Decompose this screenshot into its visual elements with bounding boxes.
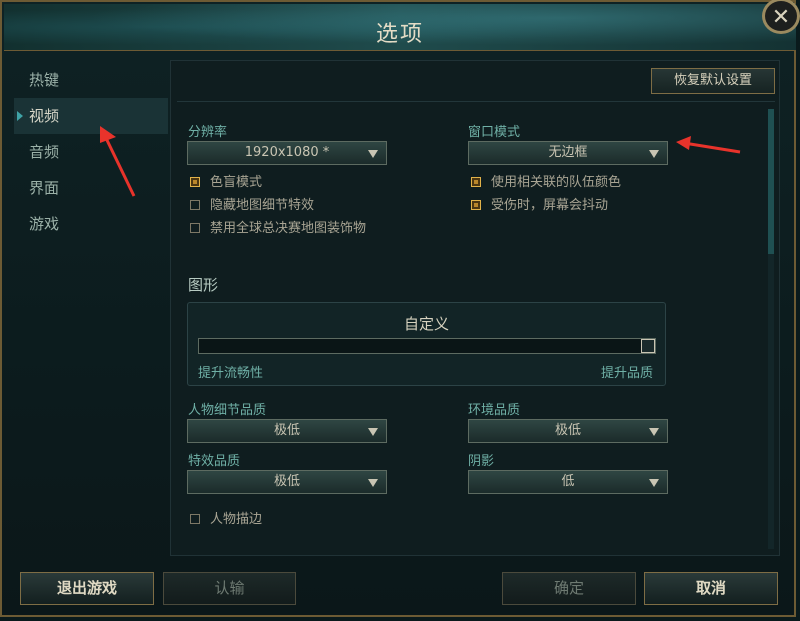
window-mode-value: 无边框 xyxy=(548,145,588,160)
hide-map-effects-checkbox[interactable]: 隐藏地图细节特效 xyxy=(190,197,314,215)
character-outline-checkbox[interactable]: 人物描边 xyxy=(190,511,262,529)
surrender-button[interactable]: 认输 xyxy=(163,572,296,605)
checkbox-unchecked-icon xyxy=(190,200,200,210)
environment-quality-value: 极低 xyxy=(554,423,581,438)
scroll-thumb[interactable] xyxy=(768,109,774,254)
confirm-button[interactable]: 确定 xyxy=(502,572,636,605)
window-mode-label: 窗口模式 xyxy=(468,125,521,140)
environment-quality-label: 环境品质 xyxy=(468,403,521,418)
reset-defaults-button[interactable]: 恢复默认设置 xyxy=(651,68,775,94)
chevron-down-icon xyxy=(649,150,659,158)
effects-quality-dropdown[interactable]: 极低 xyxy=(187,470,387,494)
graphics-quality-slider[interactable] xyxy=(198,338,656,354)
shadows-dropdown[interactable]: 低 xyxy=(468,470,668,494)
effects-quality-label: 特效品质 xyxy=(188,454,241,469)
window-mode-dropdown[interactable]: 无边框 xyxy=(468,141,668,165)
checkbox-label: 使用相关联的队伍颜色 xyxy=(491,175,622,190)
graphics-preset-box: 自定义 提升流畅性 提升品质 xyxy=(187,302,666,386)
chevron-down-icon xyxy=(368,150,378,158)
resolution-value: 1920x1080 * xyxy=(244,145,330,160)
slider-handle[interactable] xyxy=(641,339,655,353)
checkbox-checked-icon xyxy=(471,177,481,187)
character-quality-dropdown[interactable]: 极低 xyxy=(187,419,387,443)
sidebar-item-audio[interactable]: 音频 xyxy=(14,134,168,170)
chevron-down-icon xyxy=(368,479,378,487)
options-window: 选项 热键 视频 音频 界面 游戏 恢复默认设置 分辨率 1920x1080 *… xyxy=(0,0,796,617)
disable-worlds-decor-checkbox[interactable]: 禁用全球总决赛地图装饰物 xyxy=(190,220,366,238)
screen-shake-checkbox[interactable]: 受伤时，屏幕会抖动 xyxy=(471,197,608,215)
window-header: 选项 xyxy=(4,4,796,51)
effects-quality-value: 极低 xyxy=(273,474,300,489)
checkbox-label: 人物描边 xyxy=(210,512,263,527)
resolution-label: 分辨率 xyxy=(188,125,228,140)
sidebar-item-hotkeys[interactable]: 热键 xyxy=(14,62,168,98)
team-colors-checkbox[interactable]: 使用相关联的队伍颜色 xyxy=(471,174,621,192)
checkbox-label: 色盲模式 xyxy=(210,175,263,190)
divider xyxy=(177,101,775,102)
graphics-preset-label: 自定义 xyxy=(403,315,449,333)
checkbox-unchecked-icon xyxy=(190,223,200,233)
colorblind-mode-checkbox[interactable]: 色盲模式 xyxy=(190,174,262,192)
checkbox-unchecked-icon xyxy=(190,514,200,524)
resolution-dropdown[interactable]: 1920x1080 * xyxy=(187,141,387,165)
checkbox-checked-icon xyxy=(190,177,200,187)
slider-max-label: 提升品质 xyxy=(600,366,653,381)
window-title: 选项 xyxy=(375,22,424,47)
sidebar-item-game[interactable]: 游戏 xyxy=(14,206,168,242)
chevron-down-icon xyxy=(368,428,378,436)
scrollbar[interactable] xyxy=(768,109,774,549)
chevron-down-icon xyxy=(649,428,659,436)
chevron-down-icon xyxy=(649,479,659,487)
checkbox-label: 禁用全球总决赛地图装饰物 xyxy=(210,221,367,236)
graphics-section-title: 图形 xyxy=(188,276,219,294)
checkbox-label: 隐藏地图细节特效 xyxy=(210,198,315,213)
slider-min-label: 提升流畅性 xyxy=(198,366,264,381)
cancel-button[interactable]: 取消 xyxy=(644,572,778,605)
character-quality-value: 极低 xyxy=(273,423,300,438)
annotation-arrow-icon xyxy=(676,136,741,154)
sidebar-item-interface[interactable]: 界面 xyxy=(14,170,168,206)
environment-quality-dropdown[interactable]: 极低 xyxy=(468,419,668,443)
sidebar: 热键 视频 音频 界面 游戏 xyxy=(14,62,168,242)
shadows-value: 低 xyxy=(561,474,575,489)
character-quality-label: 人物细节品质 xyxy=(188,403,267,418)
shadows-label: 阴影 xyxy=(468,454,495,469)
checkbox-label: 受伤时，屏幕会抖动 xyxy=(491,198,609,213)
exit-game-button[interactable]: 退出游戏 xyxy=(20,572,154,605)
checkbox-checked-icon xyxy=(471,200,481,210)
sidebar-item-video[interactable]: 视频 xyxy=(14,98,168,134)
annotation-arrow-icon xyxy=(100,126,136,197)
